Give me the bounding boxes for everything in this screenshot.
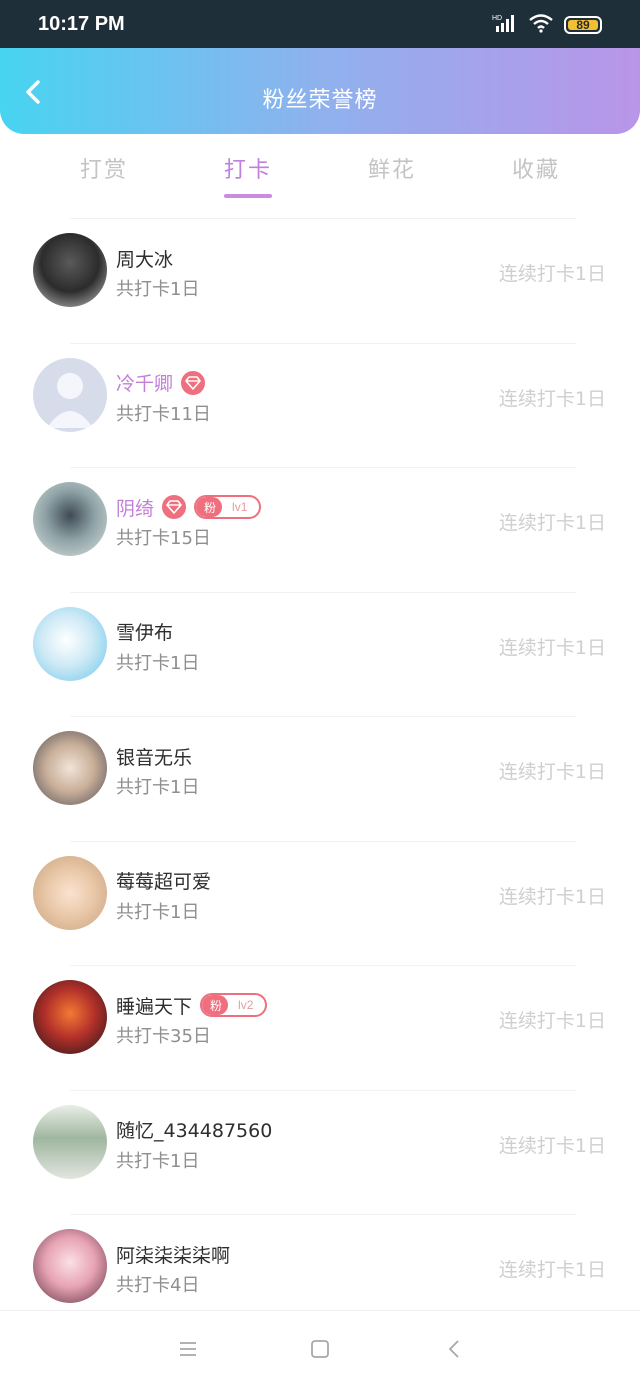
list-item[interactable]: 睡遍天下 粉 lv2 共打卡35日 连续打卡1日 bbox=[0, 966, 640, 1091]
battery-level: 89 bbox=[576, 18, 590, 32]
streak-text: 连续打卡1日 bbox=[498, 387, 606, 410]
total-checkins: 共打卡1日 bbox=[116, 279, 200, 300]
avatar[interactable] bbox=[33, 482, 107, 556]
page-title: 粉丝荣誉榜 bbox=[262, 88, 378, 113]
fan-level: lv1 bbox=[232, 500, 248, 514]
fan-level-badge: 粉 lv1 bbox=[194, 495, 262, 519]
triangle-back-icon bbox=[449, 1340, 459, 1358]
nav-menu-button[interactable] bbox=[176, 1337, 200, 1361]
streak-text: 连续打卡1日 bbox=[498, 1134, 606, 1157]
default-avatar-icon bbox=[47, 372, 93, 428]
list-item[interactable]: 阴绮 粉 lv1 共打卡15日 连续打卡1日 bbox=[0, 468, 640, 593]
total-checkins: 共打卡4日 bbox=[116, 1275, 200, 1296]
header-bar: 粉丝荣誉榜 bbox=[0, 48, 640, 134]
status-time: 10:17 PM bbox=[38, 13, 125, 35]
total-checkins: 共打卡11日 bbox=[116, 403, 211, 425]
avatar[interactable] bbox=[33, 855, 107, 930]
streak-text: 连续打卡1日 bbox=[498, 761, 606, 783]
fan-level-badge: 粉 lv2 bbox=[200, 993, 268, 1017]
nav-home-button[interactable] bbox=[308, 1337, 332, 1361]
list-item[interactable]: 随忆_434487560 共打卡1日 连续打卡1日 bbox=[0, 1091, 640, 1215]
streak-text: 连续打卡1日 bbox=[498, 636, 606, 659]
avatar[interactable] bbox=[33, 606, 107, 681]
menu-icon bbox=[180, 1342, 196, 1356]
name-line: 阿柒柒柒柒啊 bbox=[116, 1240, 230, 1268]
streak-text: 连续打卡1日 bbox=[498, 885, 606, 908]
total-checkins: 共打卡1日 bbox=[116, 1150, 200, 1172]
name-line: 雪伊布 bbox=[116, 618, 173, 646]
avatar[interactable] bbox=[33, 980, 107, 1054]
total-checkins: 共打卡15日 bbox=[116, 528, 211, 549]
list-item[interactable]: 雪伊布 共打卡1日 连续打卡1日 bbox=[0, 593, 640, 717]
fan-badge-label: 粉 bbox=[196, 497, 223, 517]
status-bar: 10:17 PM HD 89 bbox=[0, 0, 640, 48]
user-name[interactable]: 雪伊布 bbox=[116, 618, 173, 645]
list-item[interactable]: 冷千卿 共打卡11日 连续打卡1日 bbox=[0, 344, 640, 468]
network-label: HD bbox=[492, 15, 502, 22]
active-tab-indicator bbox=[224, 194, 272, 198]
avatar[interactable] bbox=[33, 1229, 107, 1303]
list-item[interactable]: 周大冰 共打卡1日 连续打卡1日 bbox=[0, 219, 640, 344]
name-line: 莓莓超可爱 bbox=[116, 867, 211, 895]
name-line: 银音无乐 bbox=[116, 742, 192, 770]
fan-level: lv2 bbox=[238, 998, 254, 1012]
total-checkins: 共打卡1日 bbox=[116, 901, 200, 923]
streak-text: 连续打卡1日 bbox=[498, 1259, 606, 1281]
user-name[interactable]: 莓莓超可爱 bbox=[116, 867, 211, 894]
wifi-icon bbox=[528, 13, 554, 37]
nav-back-button[interactable] bbox=[442, 1337, 466, 1361]
user-name[interactable]: 随忆_434487560 bbox=[116, 1116, 272, 1143]
diamond-badge bbox=[181, 370, 206, 395]
status-icons: HD 89 bbox=[492, 14, 602, 36]
square-icon bbox=[311, 1340, 329, 1358]
screen: 10:17 PM HD 89 粉丝荣誉榜 打赏 打卡 鲜花 收藏 周大冰 共打卡… bbox=[0, 0, 640, 1387]
avatar[interactable] bbox=[33, 233, 107, 307]
name-line: 阴绮 粉 lv1 bbox=[116, 493, 262, 521]
tab-checkin[interactable]: 打卡 bbox=[198, 152, 298, 192]
streak-text: 连续打卡1日 bbox=[498, 263, 606, 285]
list-item[interactable]: 银音无乐 共打卡1日 连续打卡1日 bbox=[0, 717, 640, 842]
avatar[interactable] bbox=[33, 1104, 107, 1179]
tab-favorites[interactable]: 收藏 bbox=[486, 152, 586, 192]
user-name[interactable]: 阴绮 bbox=[116, 494, 154, 521]
diamond-icon bbox=[166, 500, 182, 514]
user-name[interactable]: 周大冰 bbox=[116, 245, 173, 272]
tab-bar: 打赏 打卡 鲜花 收藏 bbox=[0, 134, 640, 218]
avatar[interactable] bbox=[33, 357, 107, 432]
name-line: 睡遍天下 粉 lv2 bbox=[116, 991, 268, 1019]
signal-icon: HD bbox=[492, 13, 518, 37]
avatar[interactable] bbox=[33, 731, 107, 805]
total-checkins: 共打卡1日 bbox=[116, 777, 200, 798]
user-name[interactable]: 阿柒柒柒柒啊 bbox=[116, 1241, 230, 1268]
total-checkins: 共打卡35日 bbox=[116, 1026, 211, 1047]
user-name[interactable]: 银音无乐 bbox=[116, 743, 192, 770]
diamond-icon bbox=[185, 375, 201, 390]
name-line: 随忆_434487560 bbox=[116, 1116, 272, 1144]
fan-badge-label: 粉 bbox=[202, 995, 229, 1015]
total-checkins: 共打卡1日 bbox=[116, 652, 200, 674]
name-line: 周大冰 bbox=[116, 244, 173, 272]
name-line: 冷千卿 bbox=[116, 369, 206, 397]
system-nav-bar bbox=[0, 1310, 640, 1387]
user-name[interactable]: 睡遍天下 bbox=[116, 992, 192, 1019]
diamond-badge bbox=[162, 495, 187, 519]
user-name[interactable]: 冷千卿 bbox=[116, 369, 173, 396]
ranking-list: 周大冰 共打卡1日 连续打卡1日 冷千卿 共打卡11日 连续打卡1日 阴绮 粉 … bbox=[0, 219, 640, 1340]
list-item[interactable]: 莓莓超可爱 共打卡1日 连续打卡1日 bbox=[0, 842, 640, 966]
tab-reward[interactable]: 打赏 bbox=[54, 152, 154, 192]
battery-icon: 89 bbox=[564, 16, 602, 34]
streak-text: 连续打卡1日 bbox=[498, 512, 606, 534]
tab-flowers[interactable]: 鲜花 bbox=[342, 152, 442, 192]
streak-text: 连续打卡1日 bbox=[498, 1010, 606, 1032]
